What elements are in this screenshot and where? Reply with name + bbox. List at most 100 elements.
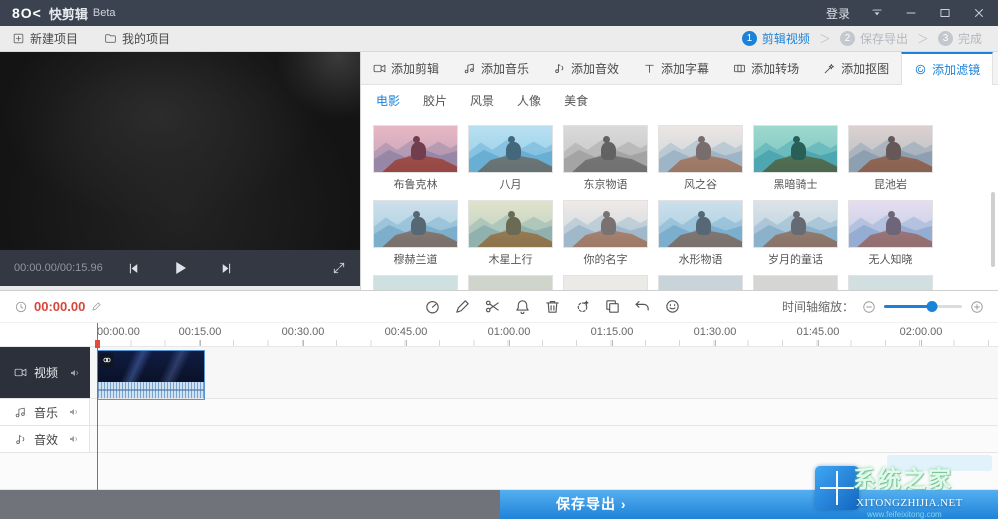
speaker-icon[interactable]: [69, 367, 81, 379]
step-3: 3 完成: [937, 30, 982, 47]
timeline-ruler[interactable]: 00:00.00 00:15.00 00:30.00 00:45.00 01:00.00…: [0, 323, 998, 347]
filter-item-东京物语[interactable]: 东京物语: [563, 125, 648, 192]
tab-label: 添加音效: [571, 61, 620, 76]
maximize-icon[interactable]: [938, 6, 952, 20]
filter-thumbnail: [658, 125, 743, 173]
zoom-slider[interactable]: [884, 301, 962, 312]
zoom-slider-handle[interactable]: [926, 301, 938, 312]
step-2: 2 保存导出: [839, 30, 908, 47]
app-logo: 8O<: [12, 5, 42, 21]
filter-thumbnail: [753, 200, 838, 248]
filter-name: 水形物语: [678, 254, 723, 266]
filter-item-岁月的童话[interactable]: 岁月的童话: [753, 200, 838, 267]
filter-grid: 布鲁克林 八月 东京物语 风之谷 黑暗骑士 昆池岩 穆赫兰道 木星上行 你的名字…: [361, 115, 998, 267]
filter-item-木星上行[interactable]: 木星上行: [468, 200, 553, 267]
clip-thumbnail: [98, 351, 204, 382]
filter-item-八月[interactable]: 八月: [468, 125, 553, 192]
timeline-empty-area: [0, 453, 998, 490]
subtab-电影[interactable]: 电影: [376, 92, 400, 109]
step-1: 1 剪辑视频: [741, 30, 810, 47]
filter-thumbnail-partial[interactable]: [468, 275, 553, 290]
tab-music[interactable]: 添加音乐: [451, 52, 541, 84]
filter-item-昆池岩[interactable]: 昆池岩: [848, 125, 933, 192]
next-frame-button[interactable]: [219, 261, 234, 276]
speaker-icon[interactable]: [68, 433, 80, 445]
edit-time-icon[interactable]: [91, 301, 102, 312]
filter-grid-partial-row: [361, 267, 998, 290]
new-project-button[interactable]: 新建项目: [12, 30, 78, 47]
previous-frame-button[interactable]: [126, 261, 141, 276]
tab-label: 添加抠图: [841, 61, 890, 76]
step-label: 完成: [957, 32, 982, 46]
ruler-label: 00:15.00: [178, 326, 222, 338]
copy-tool-button[interactable]: [604, 298, 621, 315]
play-button[interactable]: [171, 259, 189, 277]
subtab-人像[interactable]: 人像: [517, 92, 541, 109]
tab-clip[interactable]: 添加剪辑: [361, 52, 451, 84]
playhead[interactable]: [95, 323, 100, 490]
smiley-tool-button[interactable]: [664, 298, 681, 315]
filter-thumbnail-partial[interactable]: [373, 275, 458, 290]
filter-item-黑暗骑士[interactable]: 黑暗骑士: [753, 125, 838, 192]
title-bar: 8O< 快剪辑 Beta 登录: [0, 0, 998, 26]
filter-tint-overlay: [659, 201, 742, 247]
filter-item-你的名字[interactable]: 你的名字: [563, 200, 648, 267]
filter-thumbnail-partial[interactable]: [848, 275, 933, 290]
filter-item-水形物语[interactable]: 水形物语: [658, 200, 743, 267]
panel-scrollbar[interactable]: [991, 192, 995, 267]
save-export-label: 保存导出 ›: [556, 496, 627, 512]
scissors-tool-button[interactable]: [484, 298, 501, 315]
close-icon[interactable]: [972, 6, 986, 20]
pencil-tool-button[interactable]: [454, 298, 471, 315]
filter-item-布鲁克林[interactable]: 布鲁克林: [373, 125, 458, 192]
filter-name: 风之谷: [684, 179, 717, 191]
login-button[interactable]: 登录: [826, 5, 850, 22]
filter-item-风之谷[interactable]: 风之谷: [658, 125, 743, 192]
undo-tool-button[interactable]: [634, 298, 651, 315]
zoom-out-icon[interactable]: [862, 300, 876, 314]
tab-cutout[interactable]: 添加抠图: [811, 52, 901, 84]
save-export-button[interactable]: 保存导出 ›: [500, 490, 998, 519]
project-bar: 新建项目 我的项目 1 剪辑视频 ＞ 2 保存导出 ＞ 3 完成: [0, 26, 998, 52]
filter-item-穆赫兰道[interactable]: 穆赫兰道: [373, 200, 458, 267]
filter-category-tabs: 电影 胶片 风景 人像 美食: [361, 85, 998, 115]
step-label: 剪辑视频: [761, 32, 810, 46]
bottom-bar: 保存导出 ›: [0, 490, 998, 519]
filter-name: 岁月的童话: [768, 254, 823, 266]
speaker-icon[interactable]: [68, 406, 80, 418]
filter-tint-overlay: [849, 126, 932, 172]
main-menu-icon[interactable]: [870, 6, 884, 20]
speed-tool-button[interactable]: [424, 298, 441, 315]
video-clip[interactable]: [97, 350, 205, 400]
scissors-icon: [484, 298, 501, 315]
preview-pane: 00:00.00/00:15.96: [0, 52, 360, 290]
subtab-胶片[interactable]: 胶片: [423, 92, 447, 109]
bell-tool-button[interactable]: [514, 298, 531, 315]
my-projects-label: 我的项目: [122, 32, 171, 46]
trash-tool-button[interactable]: [544, 298, 561, 315]
cutout-icon: [823, 62, 836, 75]
filter-thumbnail-partial[interactable]: [658, 275, 743, 290]
zoom-in-icon[interactable]: [970, 300, 984, 314]
bottom-bar-left: [0, 490, 500, 519]
tab-sound[interactable]: 添加音效: [541, 52, 631, 84]
subtab-美食[interactable]: 美食: [564, 92, 588, 109]
previous-frame-icon: [126, 261, 141, 276]
filter-item-无人知晓[interactable]: 无人知晓: [848, 200, 933, 267]
filter-thumbnail-partial[interactable]: [563, 275, 648, 290]
tab-filter[interactable]: 添加滤镜: [901, 52, 994, 85]
subtab-风景[interactable]: 风景: [470, 92, 494, 109]
copy-icon: [604, 298, 621, 315]
filter-thumbnail-partial[interactable]: [753, 275, 838, 290]
expand-icon: [332, 261, 346, 275]
fullscreen-button[interactable]: [332, 261, 346, 275]
tab-transition[interactable]: 添加转场: [721, 52, 811, 84]
magic-tool-button[interactable]: [574, 298, 591, 315]
my-projects-button[interactable]: 我的项目: [104, 30, 170, 47]
app-window: 8O< 快剪辑 Beta 登录 新建项目 我的项目 1 剪辑视频 ＞ 2 保存导出 ＞ 3 完…: [0, 0, 998, 519]
music-track: 音乐: [0, 399, 998, 426]
minimize-icon[interactable]: [904, 6, 918, 20]
filter-tint-overlay: [469, 126, 552, 172]
smiley-icon: [664, 298, 681, 315]
tab-subtitle[interactable]: 添加字幕: [631, 52, 721, 84]
